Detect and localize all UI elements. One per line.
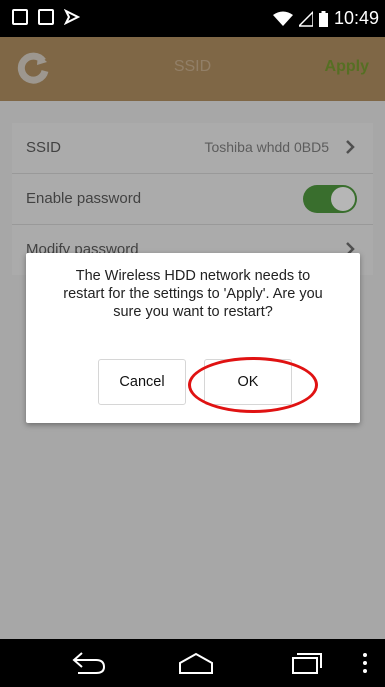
cancel-button[interactable]: Cancel	[98, 359, 186, 405]
recents-icon[interactable]	[284, 649, 324, 677]
wifi-icon	[272, 11, 293, 26]
signal-icon	[298, 10, 313, 27]
gallery-icon	[12, 9, 28, 25]
home-icon[interactable]	[176, 649, 216, 677]
back-icon[interactable]	[68, 649, 108, 677]
status-bar: 10:49	[0, 0, 385, 37]
navigation-bar	[0, 639, 385, 687]
ok-button[interactable]: OK	[204, 359, 292, 405]
restart-dialog: The Wireless HDD network needs to restar…	[26, 253, 360, 423]
sd-card-icon	[38, 9, 54, 25]
flag-icon	[64, 9, 80, 25]
battery-icon	[318, 10, 328, 27]
overflow-menu-icon[interactable]	[360, 649, 370, 677]
status-time: 10:49	[333, 8, 379, 28]
dialog-message: The Wireless HDD network needs to restar…	[63, 268, 323, 320]
